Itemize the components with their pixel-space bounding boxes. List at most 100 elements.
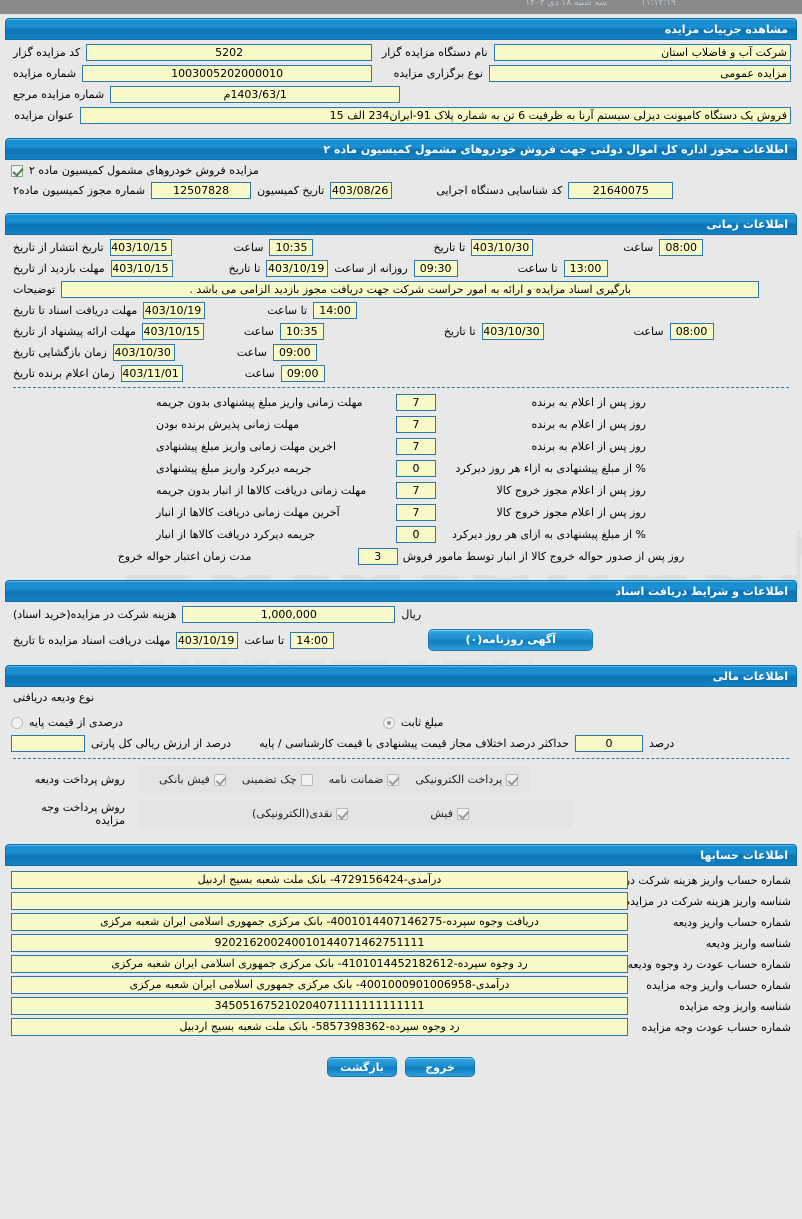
visit-date-to-field[interactable]: 1403/10/19 [266, 260, 329, 277]
account-row: شماره حساب واریز وجه مزایده درآمدی-40010… [11, 976, 791, 994]
docs-deadline-date-field[interactable]: 1403/10/19 [176, 631, 239, 649]
section-title-accounts: اطلاعات حسابها [5, 844, 797, 866]
fixed-amount-radio[interactable] [382, 716, 395, 729]
section-documents: اطلاعات و شرایط دریافت اسناد ریال 1,000,… [5, 580, 797, 660]
account-label: شماره حساب واریز وجه مزایده [646, 978, 791, 992]
deadline-value-field[interactable]: 3 [357, 548, 398, 565]
newspaper-ad-button[interactable]: آگهی روزنامه(۰) [428, 629, 594, 651]
publish-time-from-field[interactable]: 10:35 [269, 239, 314, 256]
bank-receipt-checkbox[interactable] [213, 773, 226, 786]
deadline-suffix: روز پس از اعلام به برنده [531, 418, 646, 431]
account-value-field[interactable]: رد وجوه سپرده-5857398362- بانک ملت شعبه … [11, 1018, 628, 1036]
winner-time-field[interactable]: 09:00 [280, 365, 325, 382]
deadline-value-field[interactable]: 0 [396, 460, 436, 477]
deposit-method-item[interactable]: ضمانت نامه [329, 773, 400, 786]
deadline-suffix: % از مبلغ پیشنهادی به ازاء هر روز دیرکرد [455, 462, 646, 475]
deadline-label: مدت زمان اعتبار حواله خروج [117, 550, 252, 563]
publish-date-to-field[interactable]: 1403/10/30 [471, 239, 534, 256]
account-label: شناسه واریز هزینه شرکت در مزایده [624, 894, 791, 908]
deadline-value-field[interactable]: 0 [396, 526, 436, 543]
permit-checkbox[interactable] [11, 164, 23, 177]
ref-number-label: شماره مزایده مرجع [13, 88, 105, 101]
guarantee-letter-checkbox[interactable] [387, 773, 400, 786]
permit-number-field[interactable]: 12507828 [151, 182, 252, 199]
deposit-method-item[interactable]: فیش بانکی [159, 773, 226, 786]
deadline-label: جریمه دیرکرد واریز مبلغ پیشنهادی [156, 462, 312, 475]
percent-of-base-radio[interactable] [11, 716, 23, 729]
section-timing: اطلاعات زمانی 08:00 ساعت 1403/10/30 تا ت… [5, 213, 797, 575]
opening-time-field[interactable]: 09:00 [272, 344, 317, 361]
deadline-suffix: روز پس از صدور حواله خروج کالا از انبار … [402, 550, 685, 563]
row-auctioneer: شرکت آب و فاضلاب استان نام دستگاه مزایده… [11, 44, 791, 61]
publish-time-to-field[interactable]: 08:00 [659, 239, 704, 256]
max-diff-field[interactable]: 0 [575, 735, 643, 752]
account-value-field[interactable] [11, 892, 628, 910]
ref-number-field[interactable]: 1403/63/1م [110, 86, 401, 103]
winner-date-field[interactable]: 1403/11/01 [120, 365, 183, 382]
deadline-value-field[interactable]: 7 [396, 438, 436, 455]
account-label: شناسه واریز وجه مزایده [679, 999, 791, 1013]
offer-time-from-field[interactable]: 10:35 [279, 323, 324, 340]
row-percent-fields: درصد 0 حداکثر درصد اختلاف مجاز قیمت پیشن… [11, 735, 791, 752]
documents-body: ریال 1,000,000 هزینه شرکت در مزایده(خرید… [5, 602, 797, 660]
account-row: شماره حساب عودت وجه مزایده رد وجوه سپرده… [11, 1018, 791, 1036]
description-label: توضیحات [13, 283, 56, 296]
payment-method-item[interactable]: نقدی(الکترونیکی) [252, 807, 349, 820]
visit-date-from-field[interactable]: 1403/10/15 [110, 260, 173, 277]
electronic-payment-checkbox[interactable] [506, 773, 519, 786]
commission-date-field[interactable]: 1403/08/26 [330, 182, 393, 199]
exit-button[interactable]: خروج [405, 1057, 475, 1077]
row-description: بارگیری اسناد مزایده و ارائه به امور حرا… [11, 281, 791, 298]
account-value-field[interactable]: درآمدی-4001000901006958- بانک مرکزی جمهو… [11, 976, 628, 994]
percent-value-field[interactable] [11, 735, 85, 752]
status-time: ۱۱:۱۲:۱۹ [640, 0, 676, 8]
auctioneer-code-field[interactable]: 5202 [86, 44, 372, 61]
payment-method-item[interactable]: فیش [430, 807, 470, 820]
row-offer-deadline: 08:00 ساعت 1403/10/30 تا تاریخ 10:35 ساع… [11, 323, 791, 340]
description-field[interactable]: بارگیری اسناد مزایده و ارائه به امور حرا… [61, 281, 760, 298]
deadline-label: مهلت زمانی دریافت کالاها از انبار بدون ج… [156, 484, 367, 497]
deadline-value-field[interactable]: 7 [396, 504, 436, 521]
cash-electronic-checkbox[interactable] [336, 807, 349, 820]
account-value-field[interactable]: رد وجوه سپرده-4101014452182612- بانک مرک… [11, 955, 628, 973]
publish-date-from-field[interactable]: 1403/10/15 [109, 239, 172, 256]
guarantee-letter-label: ضمانت نامه [328, 773, 384, 786]
offer-date-to-field[interactable]: 1403/10/30 [481, 323, 544, 340]
auctioneer-name-field[interactable]: شرکت آب و فاضلاب استان [493, 44, 791, 61]
receipt-label: فیش [430, 807, 454, 820]
deadline-label: مهلت زمانی پذیرش برنده بودن [156, 418, 300, 431]
row-participation-fee: ریال 1,000,000 هزینه شرکت در مزایده(خرید… [11, 606, 791, 623]
deposit-method-item[interactable]: پرداخت الکترونیکی [415, 773, 519, 786]
deposit-method-item[interactable]: چک تضمینی [242, 773, 313, 786]
account-value-field[interactable]: دریافت وجوه سپرده-4001014407146275- بانک… [11, 913, 628, 931]
timing-divider [13, 387, 789, 388]
docs-date-field[interactable]: 1403/10/19 [143, 302, 206, 319]
auction-type-field[interactable]: مزایده عمومی [489, 65, 791, 82]
back-button[interactable]: بازگشت [327, 1057, 397, 1077]
visit-date-from-label: مهلت بازدید از تاریخ [13, 262, 105, 275]
opening-date-field[interactable]: 1403/10/30 [112, 344, 175, 361]
row-opening-time: 09:00 ساعت 1403/10/30 زمان بازگشایی تاری… [11, 344, 791, 361]
deadline-suffix: روز پس از اعلام به برنده [531, 440, 646, 453]
fee-field[interactable]: 1,000,000 [182, 606, 396, 623]
account-value-field[interactable]: 920216200240010144071462751111 [11, 934, 628, 952]
docs-deadline-time-field[interactable]: 14:00 [290, 631, 335, 649]
deadline-value-field[interactable]: 7 [396, 416, 436, 433]
visit-time-to-field[interactable]: 13:00 [563, 260, 608, 277]
deadline-value-field[interactable]: 7 [396, 482, 436, 499]
offer-date-from-field[interactable]: 1403/10/15 [141, 323, 204, 340]
receipt-checkbox[interactable] [457, 807, 470, 820]
docs-time-field[interactable]: 14:00 [313, 302, 358, 319]
deadline-value-field[interactable]: 7 [396, 394, 436, 411]
account-value-field[interactable]: درآمدی-4729156424- بانک ملت شعبه بسیج ار… [11, 871, 628, 889]
account-value-field[interactable]: 345051675210204071111111111111 [11, 997, 628, 1015]
offer-time-to-field[interactable]: 08:00 [669, 323, 714, 340]
subject-field[interactable]: فروش یک دستگاه کامیونت دیزلی سیستم آرنا … [80, 107, 791, 124]
auction-number-field[interactable]: 1003005202000010 [82, 65, 373, 82]
agency-code-field[interactable]: 21640075 [568, 182, 674, 199]
offer-time-to-label: ساعت [633, 325, 664, 338]
certified-check-checkbox[interactable] [300, 773, 313, 786]
deadline-row: روز پس از اعلام مجوز خروج کالا 7 مهلت زم… [11, 482, 791, 499]
visit-time-from-field[interactable]: 09:30 [413, 260, 458, 277]
deadline-row: روز پس از اعلام مجوز خروج کالا 7 آخرین م… [11, 504, 791, 521]
